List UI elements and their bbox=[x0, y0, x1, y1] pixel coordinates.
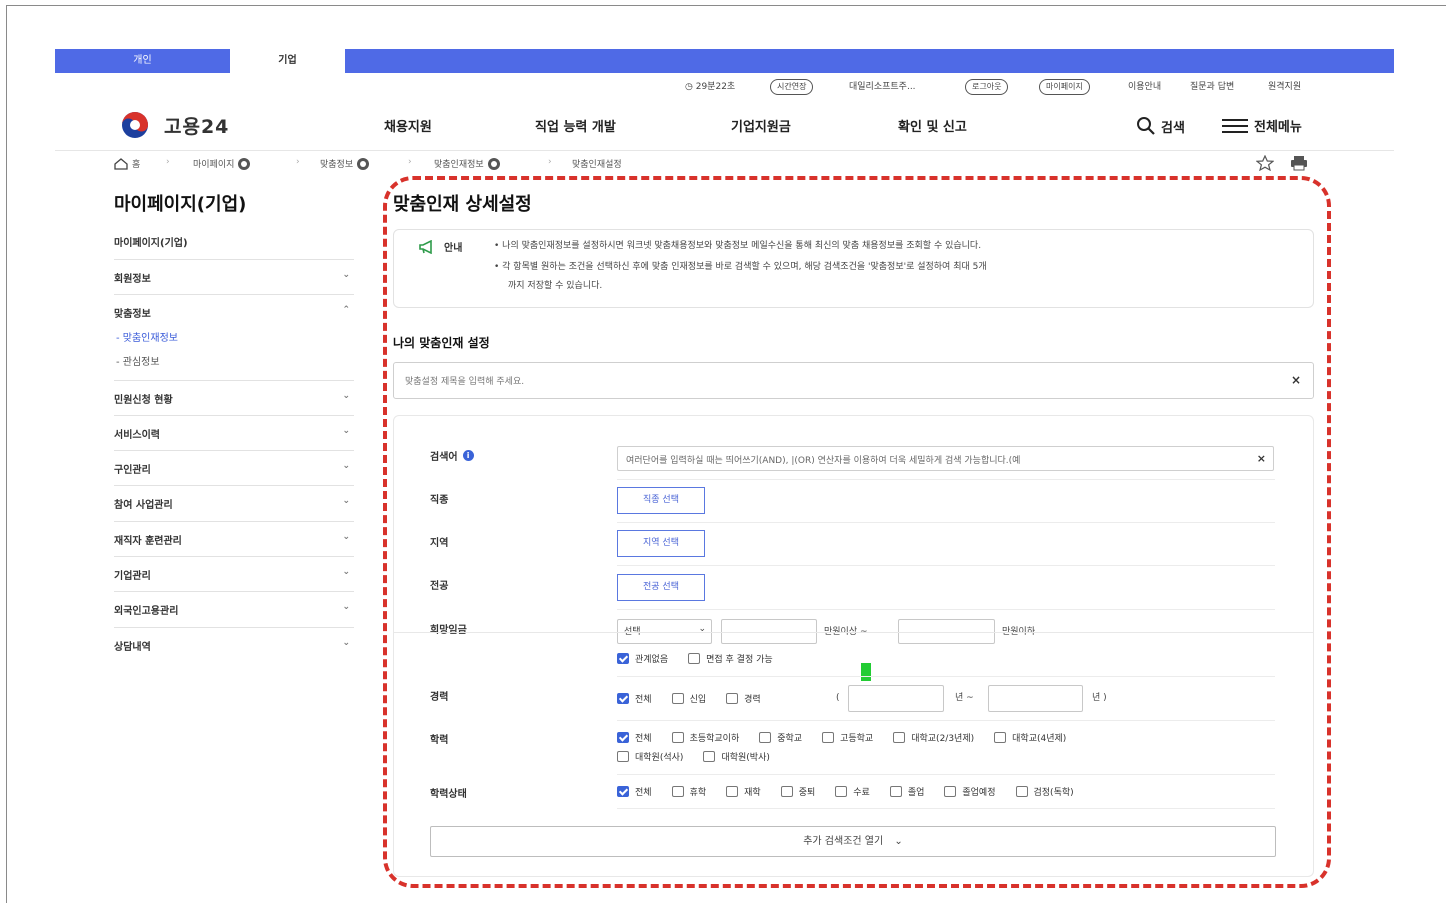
all-menu-label: 전체메뉴 bbox=[1254, 120, 1302, 135]
logo-text: 고용24 bbox=[164, 115, 230, 138]
sidebar-item-label: 기업관리 bbox=[114, 571, 151, 582]
sidebar-item-petition[interactable]: 민원신청 현황 ⌄ bbox=[114, 391, 354, 406]
breadcrumb-sep-icon: › bbox=[408, 157, 412, 167]
extend-time-button[interactable]: 시간연장 bbox=[770, 79, 814, 95]
print-icon[interactable] bbox=[1290, 155, 1308, 171]
chevron-down-icon: ⌄ bbox=[342, 638, 350, 648]
clock-icon: ◷ bbox=[685, 82, 693, 92]
breadcrumb-mypage-label: 마이페이지 bbox=[193, 160, 235, 170]
sidebar-title: 마이페이지(기업) bbox=[114, 194, 247, 215]
sidebar-divider bbox=[114, 259, 354, 260]
sidebar-divider bbox=[114, 485, 354, 486]
sidebar-divider bbox=[114, 556, 354, 557]
nav-subsidy[interactable]: 기업지원금 bbox=[731, 116, 791, 135]
sidebar-item-company-manage[interactable]: 기업관리 ⌄ bbox=[114, 567, 354, 582]
sidebar-item-label: 맞춤정보 bbox=[114, 309, 151, 320]
sidebar-child-talent-info[interactable]: - 맞춤인재정보 bbox=[116, 329, 178, 344]
search-icon bbox=[1137, 117, 1155, 135]
breadcrumb-home[interactable]: 홈 bbox=[114, 157, 140, 170]
sidebar-item-custom-info[interactable]: 맞춤정보 ⌃ bbox=[114, 305, 354, 320]
sidebar-item-member[interactable]: 회원정보 ⌄ bbox=[114, 270, 354, 285]
sidebar-item-foreign-employ[interactable]: 외국인고용관리 ⌄ bbox=[114, 602, 354, 617]
mypage-button[interactable]: 마이페이지 bbox=[1039, 79, 1090, 95]
hamburger-icon bbox=[1222, 118, 1248, 133]
nav-recruit[interactable]: 채용지원 bbox=[384, 116, 432, 135]
search-label: 검색 bbox=[1161, 120, 1185, 136]
sidebar-divider bbox=[114, 521, 354, 522]
chevron-down-icon: ⌄ bbox=[342, 461, 350, 471]
chevron-down-icon: ⌄ bbox=[342, 567, 350, 577]
sidebar-item-label: 민원신청 현황 bbox=[114, 395, 173, 406]
sidebar-item-counsel[interactable]: 상담내역 ⌄ bbox=[114, 638, 354, 653]
sidebar-item-label: 상담내역 bbox=[114, 642, 151, 653]
sidebar-divider bbox=[114, 294, 354, 295]
breadcrumb-sep-icon: › bbox=[296, 157, 300, 167]
qna-link[interactable]: 질문과 답변 bbox=[1190, 79, 1234, 95]
sidebar-sub-link[interactable]: 마이페이지(기업) bbox=[114, 234, 188, 249]
breadcrumb-talent-info-label: 맞춤인재정보 bbox=[434, 160, 484, 170]
sidebar-divider bbox=[114, 627, 354, 628]
breadcrumb-talent-info[interactable]: 맞춤인재정보 bbox=[434, 157, 500, 170]
sidebar-item-service-history[interactable]: 서비스이력 ⌄ bbox=[114, 426, 354, 441]
nav-training[interactable]: 직업 능력 개발 bbox=[535, 116, 616, 135]
breadcrumb-sep-icon: › bbox=[548, 157, 552, 167]
chevron-down-icon: ⌄ bbox=[342, 532, 350, 542]
logo-icon bbox=[122, 112, 148, 138]
breadcrumb-custom-info[interactable]: 맞춤정보 bbox=[320, 157, 370, 170]
sidebar-item-label: 서비스이력 bbox=[114, 430, 160, 441]
breadcrumb-sep-icon: › bbox=[166, 157, 170, 167]
dropdown-circle-icon[interactable] bbox=[487, 157, 500, 170]
chevron-up-icon: ⌃ bbox=[342, 305, 350, 315]
sidebar-item-recruit-manage[interactable]: 구인관리 ⌄ bbox=[114, 461, 354, 476]
breadcrumb-current-label: 맞춤인재설정 bbox=[572, 160, 622, 170]
home-icon bbox=[114, 157, 128, 170]
sidebar-item-employee-training[interactable]: 재직자 훈련관리 ⌄ bbox=[114, 532, 354, 547]
breadcrumb-current: 맞춤인재설정 bbox=[572, 157, 622, 170]
dropdown-circle-icon[interactable] bbox=[357, 157, 370, 170]
chevron-down-icon: ⌄ bbox=[342, 496, 350, 506]
bookmark-star-icon[interactable] bbox=[1256, 155, 1274, 171]
remote-support-link[interactable]: 원격지원 bbox=[1268, 79, 1301, 95]
timer-text: 29분22초 bbox=[695, 82, 736, 92]
sidebar-item-label: 재직자 훈련관리 bbox=[114, 536, 182, 547]
dropdown-circle-icon[interactable] bbox=[238, 157, 251, 170]
tab-personal[interactable]: 개인 bbox=[55, 49, 230, 73]
sidebar-item-label: 회원정보 bbox=[114, 274, 151, 285]
nav-report[interactable]: 확인 및 신고 bbox=[898, 116, 967, 135]
search-button[interactable]: 검색 bbox=[1136, 116, 1185, 136]
header-divider bbox=[55, 150, 1394, 151]
guide-link[interactable]: 이용안내 bbox=[1128, 79, 1161, 95]
breadcrumb-home-label: 홈 bbox=[132, 160, 141, 170]
sidebar-divider bbox=[114, 450, 354, 451]
sidebar-item-project-manage[interactable]: 참여 사업관리 ⌄ bbox=[114, 496, 354, 511]
breadcrumb-custom-info-label: 맞춤정보 bbox=[320, 160, 354, 170]
breadcrumb-mypage[interactable]: 마이페이지 bbox=[193, 157, 251, 170]
highlight-dashed-outline bbox=[383, 176, 1331, 888]
all-menu-button[interactable]: 전체메뉴 bbox=[1222, 116, 1302, 135]
company-name: 대일리소프트주... bbox=[849, 82, 916, 92]
sidebar-item-label: 참여 사업관리 bbox=[114, 500, 173, 511]
logo[interactable]: 고용24 bbox=[114, 110, 229, 140]
sidebar-divider bbox=[114, 380, 354, 381]
chevron-down-icon: ⌄ bbox=[342, 602, 350, 612]
session-timer: ◷ 29분22초 bbox=[685, 79, 735, 95]
sidebar-item-label: 외국인고용관리 bbox=[114, 606, 179, 617]
sidebar-item-label: 구인관리 bbox=[114, 465, 151, 476]
chevron-down-icon: ⌄ bbox=[342, 426, 350, 436]
chevron-down-icon: ⌄ bbox=[342, 270, 350, 280]
tab-company[interactable]: 기업 bbox=[230, 49, 345, 73]
sidebar-child-interest[interactable]: - 관심정보 bbox=[116, 353, 160, 368]
chevron-down-icon: ⌄ bbox=[342, 391, 350, 401]
logout-button[interactable]: 로그아웃 bbox=[965, 79, 1009, 95]
sidebar-divider bbox=[114, 415, 354, 416]
sidebar-divider bbox=[114, 591, 354, 592]
